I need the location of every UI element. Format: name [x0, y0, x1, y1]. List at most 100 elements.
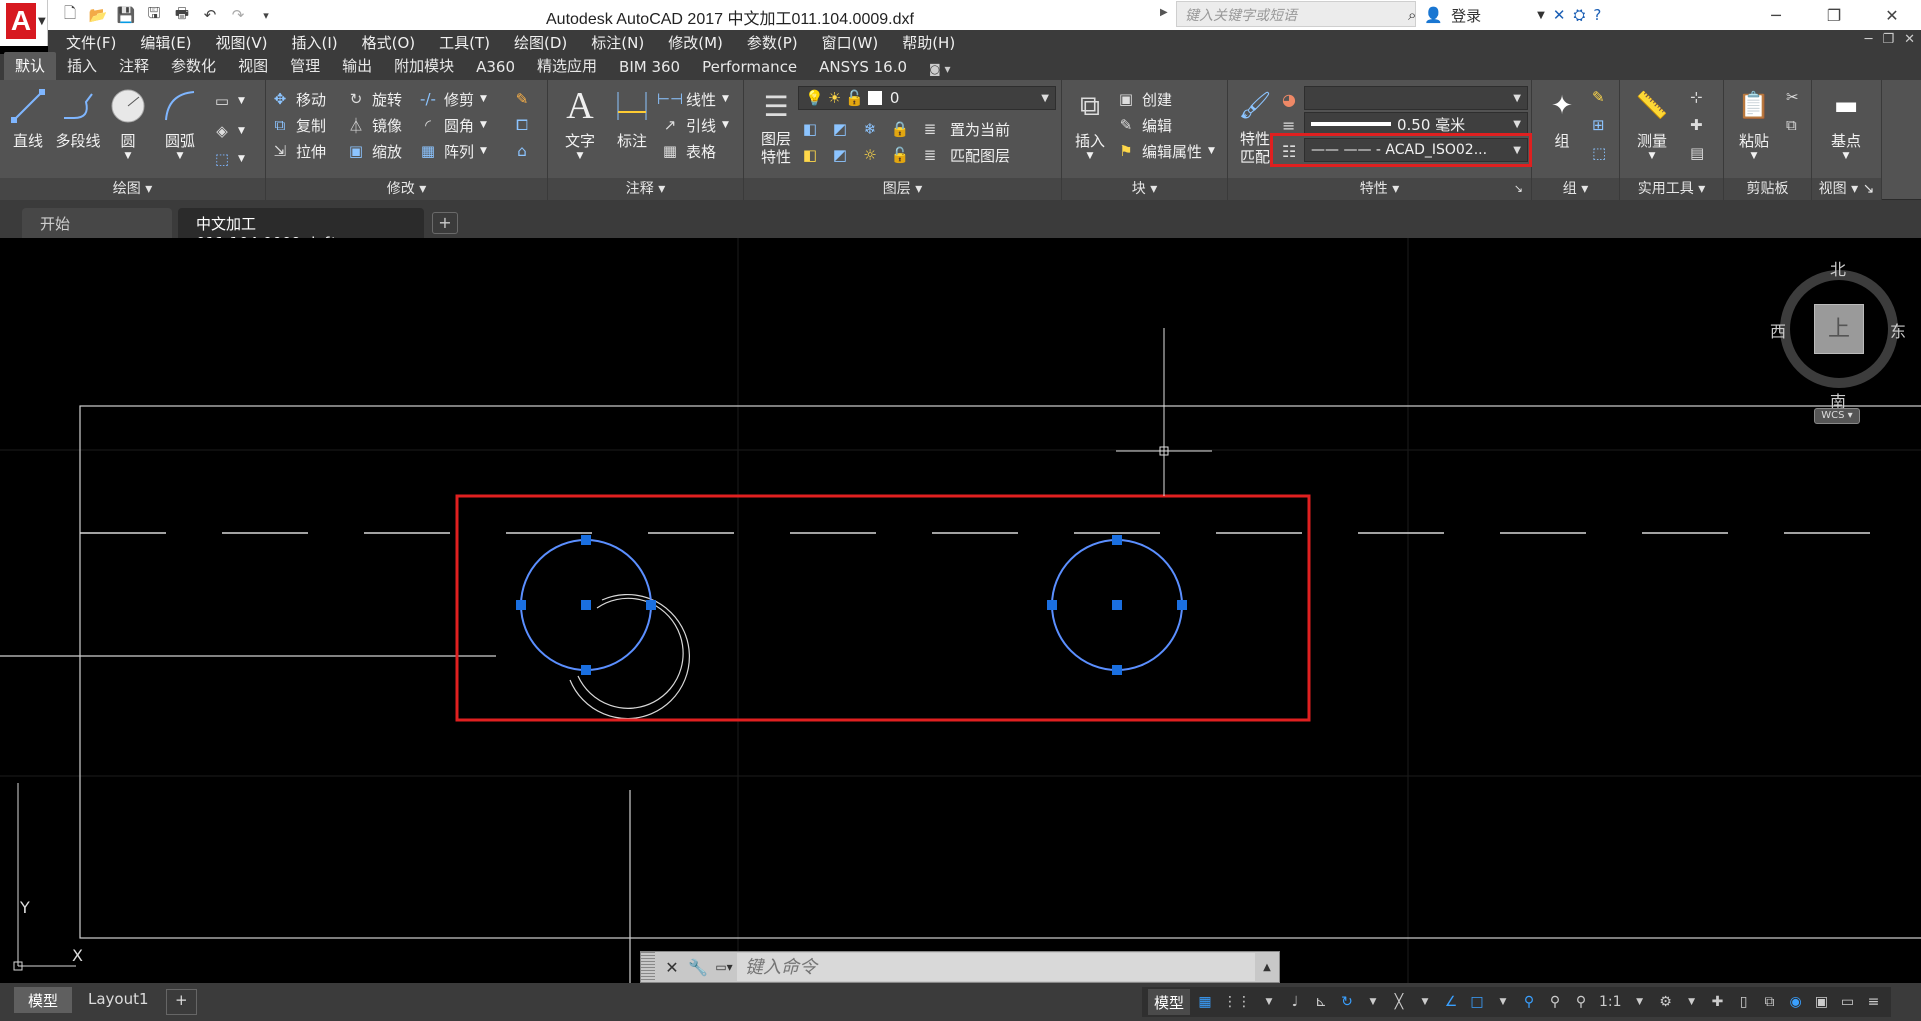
point-icon[interactable]: ✚ [1690, 116, 1703, 134]
menu-insert[interactable]: 插入(I) [280, 32, 350, 53]
chevron-down-icon[interactable]: ▼ [1064, 151, 1116, 161]
chevron-down-icon[interactable]: ▼ [1626, 151, 1678, 161]
compass-west[interactable]: 西 [1770, 318, 1786, 342]
osnap-icon[interactable]: □ [1466, 989, 1488, 1015]
circle-tool[interactable]: 圆 ▼ [102, 86, 154, 161]
menu-view[interactable]: 视图(V) [204, 32, 280, 53]
annotation-panel-title[interactable]: 注释 ▾ [548, 178, 743, 200]
set-current-label[interactable]: 置为当前 [950, 119, 1010, 140]
object-track-icon[interactable]: ∠ [1440, 989, 1462, 1015]
menu-window[interactable]: 窗口(W) [810, 32, 891, 53]
wcs-menu[interactable]: WCS ▾ [1814, 408, 1860, 424]
print-icon[interactable]: 🖶 [170, 3, 194, 27]
calculator-icon[interactable]: ▤ [1690, 144, 1704, 162]
menu-file[interactable]: 文件(F) [48, 32, 128, 53]
menu-dimension[interactable]: 标注(N) [579, 32, 656, 53]
workspace-gear-icon[interactable]: ⚙ [1655, 989, 1677, 1015]
rectangle-tool[interactable]: ▭ ▼ [212, 88, 245, 114]
erase-tool[interactable]: ✎ [512, 86, 532, 112]
insert-block-tool[interactable]: ⧉ 插入 ▼ [1064, 86, 1116, 161]
table-tool[interactable]: ▦ 表格 [660, 138, 716, 164]
group-edit-icon[interactable]: ⊞ [1592, 116, 1605, 134]
draw-panel-title[interactable]: 绘图 ▾ [0, 178, 265, 200]
open-file-icon[interactable]: 📂 [86, 3, 110, 27]
grip-handle[interactable] [1112, 600, 1122, 610]
create-block-tool[interactable]: ▣ 创建 [1116, 86, 1172, 112]
layer-properties-tool[interactable]: ☰ 图层特性 [748, 86, 804, 167]
tab-parametric[interactable]: 参数化 [160, 52, 227, 80]
tab-addins[interactable]: 附加模块 [383, 52, 465, 80]
mirror-tool[interactable]: ⏃ 镜像 [346, 112, 402, 138]
wrench-icon[interactable]: 🔧 [685, 958, 711, 977]
undo-icon[interactable]: ↶ [198, 3, 222, 27]
tab-layout1[interactable]: Layout1 [74, 987, 163, 1013]
search-expand-icon[interactable]: ▶ [1160, 7, 1168, 18]
fillet-tool[interactable]: ◜ 圆角 ▼ [418, 112, 487, 138]
minimize-button[interactable]: ─ [1747, 0, 1805, 30]
auto-scale-icon[interactable]: ⚲ [1544, 989, 1566, 1015]
layer-lock-icon[interactable]: 🔒 [890, 119, 910, 139]
panel-launcher-icon[interactable]: ↘ [1514, 178, 1523, 200]
layer-dropdown[interactable]: 💡 ☀ 🔓 0 ▼ [798, 86, 1056, 110]
plus-icon[interactable]: ✚ [1707, 989, 1729, 1015]
base-view-tool[interactable]: ▬ 基点 ▼ [1820, 86, 1872, 161]
measure-tool[interactable]: 📏 测量 ▼ [1626, 86, 1678, 161]
menu-format[interactable]: 格式(O) [350, 32, 428, 53]
stretch-tool[interactable]: ⇲ 拉伸 [270, 138, 326, 164]
linetype-dropdown[interactable]: —— —— - ACAD_ISO02... ▼ [1304, 138, 1528, 162]
menu-help[interactable]: 帮助(H) [890, 32, 967, 53]
clipboard-panel-title[interactable]: 剪贴板 [1724, 178, 1811, 200]
offset-tool[interactable]: ⌂ [512, 138, 532, 164]
copy-tool[interactable]: ⧉ 复制 [270, 112, 326, 138]
grip-handle[interactable] [581, 665, 591, 675]
close-button[interactable]: ✕ [1863, 0, 1921, 30]
chevron-down-icon[interactable]: ▼ [1492, 989, 1514, 1015]
user-icon[interactable]: 👤 [1424, 6, 1443, 24]
grip-handle[interactable] [1047, 600, 1057, 610]
grip-handle[interactable] [581, 600, 591, 610]
boundary-tool[interactable]: ⬚ ▼ [212, 146, 245, 172]
drawing-canvas[interactable]: Y X 上 北 南 西 东 WCS ▾ [0, 238, 1921, 983]
tab-bim360[interactable]: BIM 360 [608, 55, 691, 80]
chevron-down-icon[interactable]: ▼ [554, 151, 606, 161]
group-select-icon[interactable]: ⬚ [1592, 144, 1606, 162]
match-layer-label[interactable]: 匹配图层 [950, 145, 1010, 166]
layer-thaw-icon[interactable]: ☼ [860, 145, 880, 165]
isolate-objects-icon[interactable]: ▯ [1733, 989, 1755, 1015]
paste-tool[interactable]: 📋 粘贴 ▼ [1728, 86, 1780, 161]
chevron-down-icon[interactable]: ▼ [1681, 989, 1703, 1015]
explode-tool[interactable]: ⧠ [512, 112, 532, 138]
tab-drawing[interactable]: 中文加工011.104.0009.dxf*✕ [178, 208, 424, 252]
ribbon-minimize-icon[interactable]: ◙ ▾ [918, 59, 961, 80]
viewcube-top-face[interactable]: 上 [1814, 304, 1864, 354]
trim-tool[interactable]: -/- 修剪 ▼ [418, 86, 487, 112]
grip-handle[interactable] [516, 600, 526, 610]
connect-icon[interactable]: ⛭ [1573, 6, 1585, 24]
groups-panel-title[interactable]: 组 ▾ [1532, 178, 1619, 200]
grid-icon[interactable]: ▦ [1194, 989, 1216, 1015]
cut-icon[interactable]: ✂ [1786, 88, 1799, 106]
command-grip[interactable] [641, 952, 655, 982]
ortho-icon[interactable]: ⊾ [1310, 989, 1332, 1015]
chevron-down-icon[interactable]: ▼ [1728, 151, 1780, 161]
layer-off-icon[interactable]: ◧ [800, 119, 820, 139]
chevron-down-icon[interactable]: ▼ [1629, 989, 1651, 1015]
linear-tool[interactable]: ⊢⊣ 线性 ▼ [657, 86, 729, 112]
hatch-tool[interactable]: ◈ ▼ [212, 118, 245, 144]
viewcube[interactable]: 上 北 南 西 东 [1770, 260, 1906, 411]
monitor-icon[interactable]: ▭ [1837, 989, 1859, 1015]
scale-label[interactable]: 1:1 [1596, 989, 1625, 1015]
edit-block-tool[interactable]: ✎ 编辑 [1116, 112, 1172, 138]
menu-parametric[interactable]: 参数(P) [735, 32, 810, 53]
compass-north[interactable]: 北 [1830, 256, 1846, 280]
new-file-icon[interactable]: 🗋 [58, 3, 82, 27]
tab-start[interactable]: 开始 [22, 208, 172, 238]
modify-panel-title[interactable]: 修改 ▾ [266, 178, 547, 200]
match-properties-tool[interactable]: 🖌 特性匹配 [1230, 86, 1280, 166]
tab-view[interactable]: 视图 [227, 52, 279, 80]
command-prompt-icon[interactable]: ▭▾ [711, 960, 737, 974]
quick-select-icon[interactable]: ⊹ [1690, 88, 1703, 106]
snap-icon[interactable]: ⋮⋮ [1220, 989, 1254, 1015]
layers-panel-title[interactable]: 图层 ▾ [744, 178, 1061, 200]
lineweight-dropdown[interactable]: 0.50 毫米 ▼ [1304, 112, 1528, 136]
